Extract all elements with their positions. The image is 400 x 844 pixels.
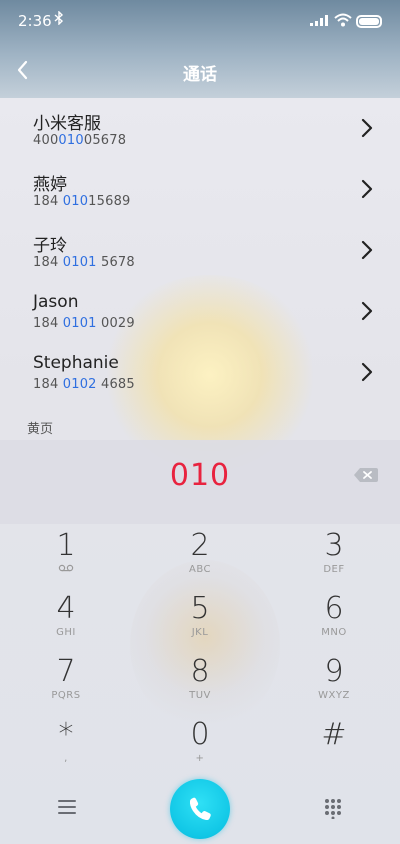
- contact-row[interactable]: 燕婷 184 01015689: [0, 159, 400, 220]
- key-4[interactable]: 4 GHI: [6, 591, 126, 651]
- key-letters: [274, 753, 394, 765]
- contact-name: 小米客服: [33, 114, 101, 134]
- number-match-highlight: 0101: [62, 255, 97, 270]
- app-header: 通话: [0, 42, 400, 98]
- key-1[interactable]: 1: [6, 528, 126, 588]
- contact-row[interactable]: 小米客服 40001005678: [0, 98, 400, 159]
- key-letters: WXYZ: [318, 690, 350, 701]
- key-digit: 4: [56, 591, 76, 626]
- key-digit: 3: [324, 528, 344, 563]
- key-letters: +: [195, 753, 205, 764]
- key-letters: PQRS: [51, 690, 81, 701]
- contact-name: Jason: [33, 292, 79, 312]
- key-0[interactable]: 0 +: [140, 717, 260, 777]
- key-6[interactable]: 6 MNO: [274, 591, 394, 651]
- call-button[interactable]: [170, 779, 230, 839]
- contact-name: 子玲: [33, 236, 67, 256]
- key-2[interactable]: 2 ABC: [140, 528, 260, 588]
- backspace-icon: [354, 468, 378, 482]
- key-3[interactable]: 3 DEF: [274, 528, 394, 588]
- key-digit: 8: [190, 654, 210, 689]
- status-time: 2:36: [18, 12, 52, 30]
- menu-button[interactable]: [56, 798, 78, 816]
- status-bar: 2:36: [0, 0, 400, 42]
- key-digit: 6: [324, 591, 344, 626]
- key-8[interactable]: 8 TUV: [140, 654, 260, 714]
- key-digit: *: [58, 717, 74, 752]
- key-letters: JKL: [191, 627, 209, 638]
- key-5[interactable]: 5 JKL: [140, 591, 260, 651]
- battery-icon: [356, 15, 382, 28]
- contact-list: 小米客服 40001005678 燕婷 184 01015689 子玲 184 …: [0, 98, 400, 403]
- number-match-highlight: 010: [58, 133, 84, 148]
- key-letters: DEF: [323, 564, 345, 575]
- menu-icon: [58, 800, 76, 814]
- contact-number: 184 0101 0029: [33, 316, 135, 331]
- key-star[interactable]: * ,: [6, 717, 126, 777]
- section-label-yellow-pages: 黄页: [27, 422, 54, 437]
- key-letters: MNO: [321, 627, 347, 638]
- number-match-highlight: 010: [62, 194, 89, 209]
- key-9[interactable]: 9 WXYZ: [274, 654, 394, 714]
- dialpad-toggle-button[interactable]: [322, 797, 344, 820]
- chevron-right-icon: [361, 240, 373, 260]
- contact-number: 184 0102 4685: [33, 377, 135, 392]
- chevron-right-icon: [361, 118, 373, 138]
- contact-row[interactable]: Jason 184 0101 0029: [0, 281, 400, 342]
- phone-icon: [189, 797, 211, 821]
- number-match-highlight: 0101: [62, 316, 97, 331]
- signal-icon: [310, 14, 328, 26]
- dialpad-icon: [325, 799, 341, 820]
- contact-name: 燕婷: [33, 175, 67, 195]
- delete-button[interactable]: [352, 464, 380, 486]
- chevron-right-icon: [361, 301, 373, 321]
- key-digit: 1: [56, 528, 76, 563]
- key-digit: 9: [324, 654, 344, 689]
- key-letters: GHI: [56, 627, 76, 638]
- key-letters: ,: [64, 753, 68, 764]
- chevron-right-icon: [361, 179, 373, 199]
- contact-name: Stephanie: [33, 353, 119, 373]
- contact-row[interactable]: 子玲 184 0101 5678: [0, 220, 400, 281]
- key-digit: 0: [190, 717, 210, 752]
- dial-input-bar: 010: [0, 440, 400, 524]
- key-letters: TUV: [189, 690, 211, 701]
- voicemail-icon: [6, 564, 126, 576]
- key-7[interactable]: 7 PQRS: [6, 654, 126, 714]
- chevron-right-icon: [361, 362, 373, 382]
- contact-row[interactable]: Stephanie 184 0102 4685: [0, 342, 400, 403]
- dialed-number-display[interactable]: 010: [0, 458, 400, 493]
- page-title: 通话: [183, 65, 217, 85]
- wifi-icon: [334, 12, 352, 27]
- contact-number: 40001005678: [33, 133, 127, 148]
- number-match-highlight: 0102: [62, 377, 97, 392]
- contact-number: 184 01015689: [33, 194, 131, 209]
- key-digit: 2: [190, 528, 210, 563]
- key-digit: #: [321, 717, 347, 752]
- bluetooth-icon: [54, 10, 64, 29]
- key-digit: 7: [56, 654, 76, 689]
- key-letters: ABC: [188, 564, 211, 575]
- key-digit: 5: [190, 591, 210, 626]
- contact-number: 184 0101 5678: [33, 255, 135, 270]
- key-hash[interactable]: #: [274, 717, 394, 777]
